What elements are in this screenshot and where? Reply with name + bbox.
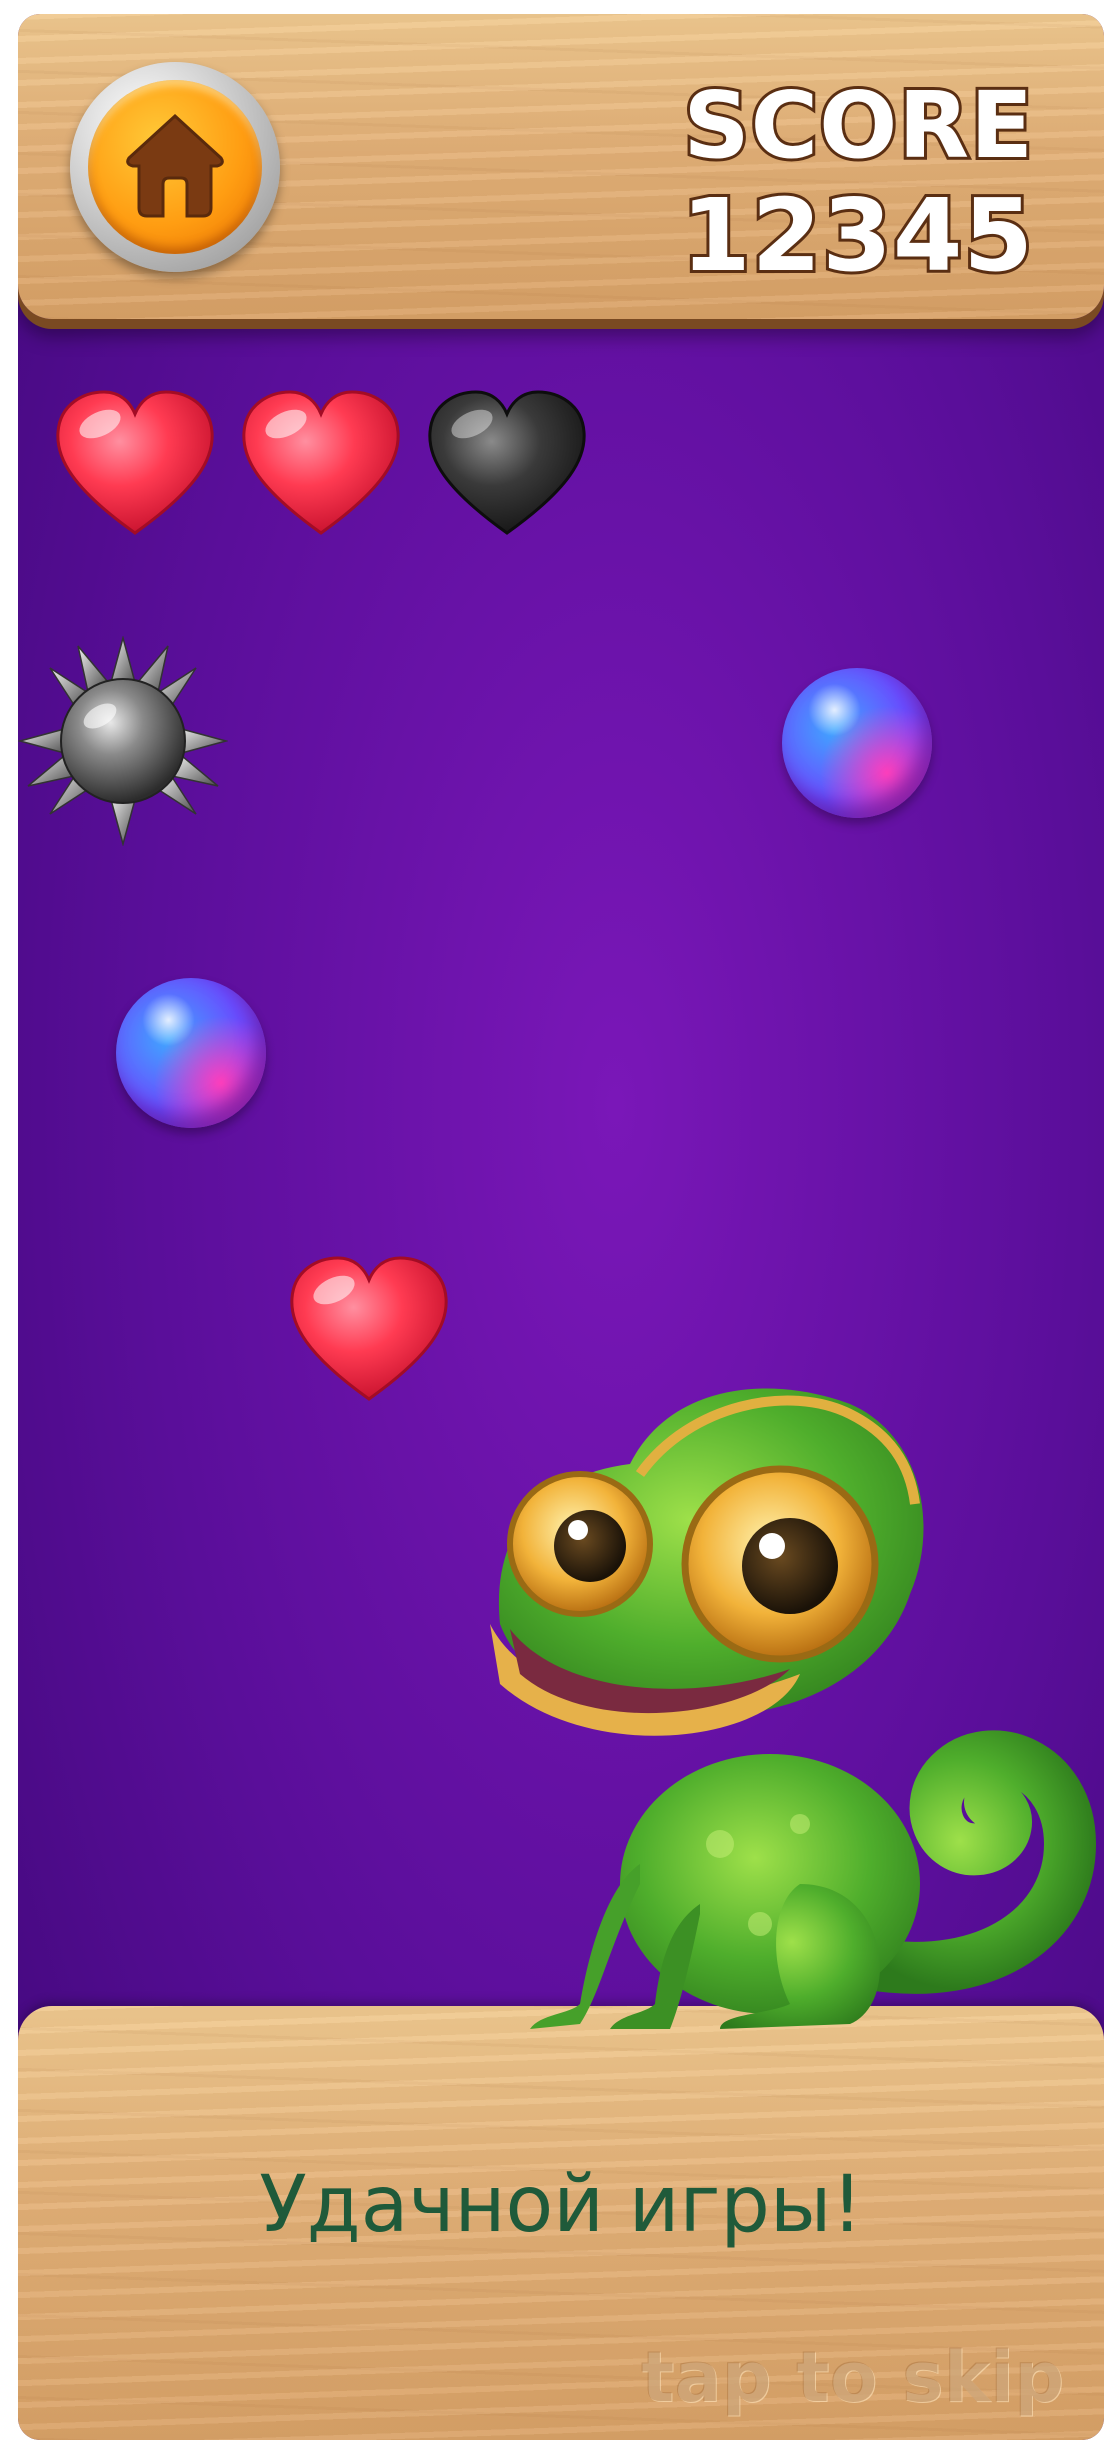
top-bar: SCORE 12345 bbox=[18, 14, 1104, 319]
chameleon-character bbox=[490, 1388, 1097, 2029]
home-button[interactable] bbox=[70, 62, 280, 272]
spiked-mine-icon bbox=[18, 636, 228, 846]
game-screen[interactable]: SCORE 12345 Удачной игры! tap to skip bbox=[18, 14, 1104, 2440]
falling-heart-icon bbox=[290, 1256, 448, 1401]
greeting-message: Удачной игры! bbox=[259, 2160, 863, 2250]
life-heart-empty-icon bbox=[428, 390, 586, 535]
score-value: 12345 bbox=[678, 177, 1036, 294]
bubble-orb-icon bbox=[782, 668, 932, 818]
home-icon bbox=[88, 80, 262, 254]
score-label: SCORE bbox=[680, 72, 1036, 179]
tap-to-skip[interactable]: tap to skip bbox=[641, 2336, 1064, 2418]
bubble-orb-icon bbox=[116, 978, 266, 1128]
life-heart-icon bbox=[242, 390, 400, 535]
life-heart-icon bbox=[56, 390, 214, 535]
